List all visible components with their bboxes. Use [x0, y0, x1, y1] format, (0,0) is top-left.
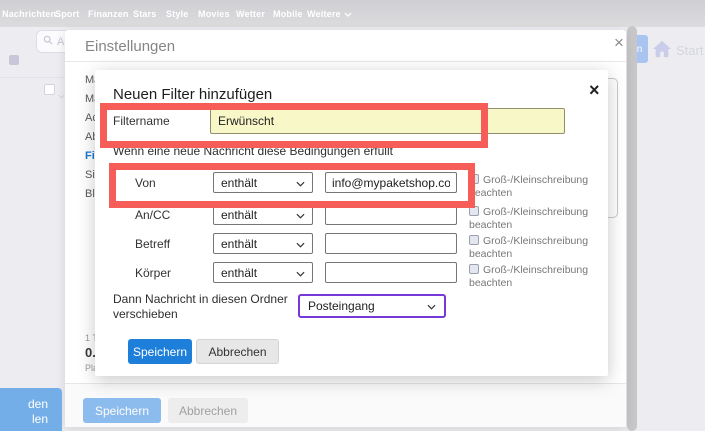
nav-item-wetter: Wetter: [236, 9, 265, 19]
conditions-heading: Wenn eine neue Nachricht diese Bedingung…: [113, 144, 393, 158]
nav-item-style: Style: [166, 9, 189, 19]
koerper-case-option: Groß-/Kleinschreibung beachten: [469, 264, 603, 290]
betreff-value-input[interactable]: [325, 233, 457, 254]
von-value-input[interactable]: [325, 172, 457, 193]
settings-save-button[interactable]: Speichern: [83, 398, 161, 423]
corner-button-fragment[interactable]: den len: [0, 388, 62, 431]
betreff-label: Betreff: [135, 237, 170, 251]
move-to-folder-label: Dann Nachricht in diesen Ordner verschie…: [113, 292, 288, 322]
case-sensitive-checkbox[interactable]: [469, 235, 479, 245]
chevron-down-icon: [296, 176, 305, 190]
koerper-operator-select[interactable]: enthält: [213, 262, 313, 283]
filtername-input[interactable]: [210, 108, 565, 134]
filter-save-button[interactable]: Speichern: [128, 339, 192, 364]
chevron-down-icon: [427, 299, 436, 313]
nav-item-movies: Movies: [198, 9, 230, 19]
case-sensitive-checkbox[interactable]: [469, 206, 479, 216]
nav-item-stars: Stars: [133, 9, 157, 19]
target-folder-select[interactable]: Posteingang: [298, 294, 446, 318]
condition-row-von: Von enthält Groß-/Kleinschreibung beacht…: [95, 172, 608, 194]
settings-dialog-header: Einstellungen ×: [65, 30, 626, 62]
von-label: Von: [135, 176, 156, 190]
case-sensitive-checkbox[interactable]: [469, 264, 479, 274]
background-search-text: A: [57, 36, 64, 48]
koerper-label: Körper: [135, 266, 171, 280]
case-sensitive-checkbox[interactable]: [469, 174, 479, 184]
page-scrollbar[interactable]: [627, 26, 637, 431]
condition-row-koerper: Körper enthält Groß-/Kleinschreibung bea…: [95, 262, 608, 284]
chevron-down-icon: [296, 208, 305, 222]
close-icon[interactable]: ×: [608, 31, 630, 55]
koerper-value-input[interactable]: [325, 262, 457, 283]
add-filter-modal-title: Neuen Filter hinzufügen: [113, 86, 272, 103]
filtername-label: Filtername: [113, 114, 170, 128]
condition-row-betreff: Betreff enthält Groß-/Kleinschreibung be…: [95, 233, 608, 255]
chevron-down-icon: [296, 266, 305, 280]
page-background: Nachrichten Sport Finanzen Stars Style M…: [0, 0, 705, 431]
home-icon: [651, 39, 673, 64]
von-operator-select[interactable]: enthält: [213, 172, 313, 193]
nav-item-finanzen: Finanzen: [88, 9, 129, 19]
betreff-case-option: Groß-/Kleinschreibung beachten: [469, 235, 603, 261]
ancc-label: An/CC: [135, 208, 170, 222]
nav-item-sport: Sport: [55, 9, 80, 19]
nav-item-mobile: Mobile: [273, 9, 303, 19]
ancc-case-option: Groß-/Kleinschreibung beachten: [469, 206, 603, 232]
top-navigation: Nachrichten Sport Finanzen Stars Style M…: [0, 0, 705, 27]
search-icon: [43, 35, 53, 48]
ancc-value-input[interactable]: [325, 204, 457, 225]
background-app-icon: [9, 55, 19, 65]
settings-dialog-title: Einstellungen: [85, 38, 175, 55]
ancc-operator-select[interactable]: enthält: [213, 204, 313, 225]
add-filter-modal: Neuen Filter hinzufügen × Filtername Wen…: [95, 70, 608, 376]
chevron-down-icon: [344, 9, 352, 19]
settings-dialog-footer: Speichern Abbrechen: [65, 383, 626, 427]
chevron-down-icon: [58, 86, 65, 104]
chevron-down-icon: [296, 237, 305, 251]
settings-cancel-button[interactable]: Abbrechen: [168, 398, 248, 423]
close-icon[interactable]: ×: [583, 78, 606, 103]
condition-row-ancc: An/CC enthält Groß-/Kleinschreibung beac…: [95, 204, 608, 226]
background-checkbox: [44, 84, 55, 95]
background-divider: [0, 77, 65, 78]
filter-cancel-button[interactable]: Abbrechen: [196, 339, 279, 364]
nav-item-weitere: Weitere: [307, 9, 352, 19]
betreff-operator-select[interactable]: enthält: [213, 233, 313, 254]
von-case-option: Groß-/Kleinschreibung beachten: [469, 174, 603, 200]
background-start-label: Start: [676, 43, 703, 58]
nav-item-nachrichten: Nachrichten: [2, 9, 56, 19]
